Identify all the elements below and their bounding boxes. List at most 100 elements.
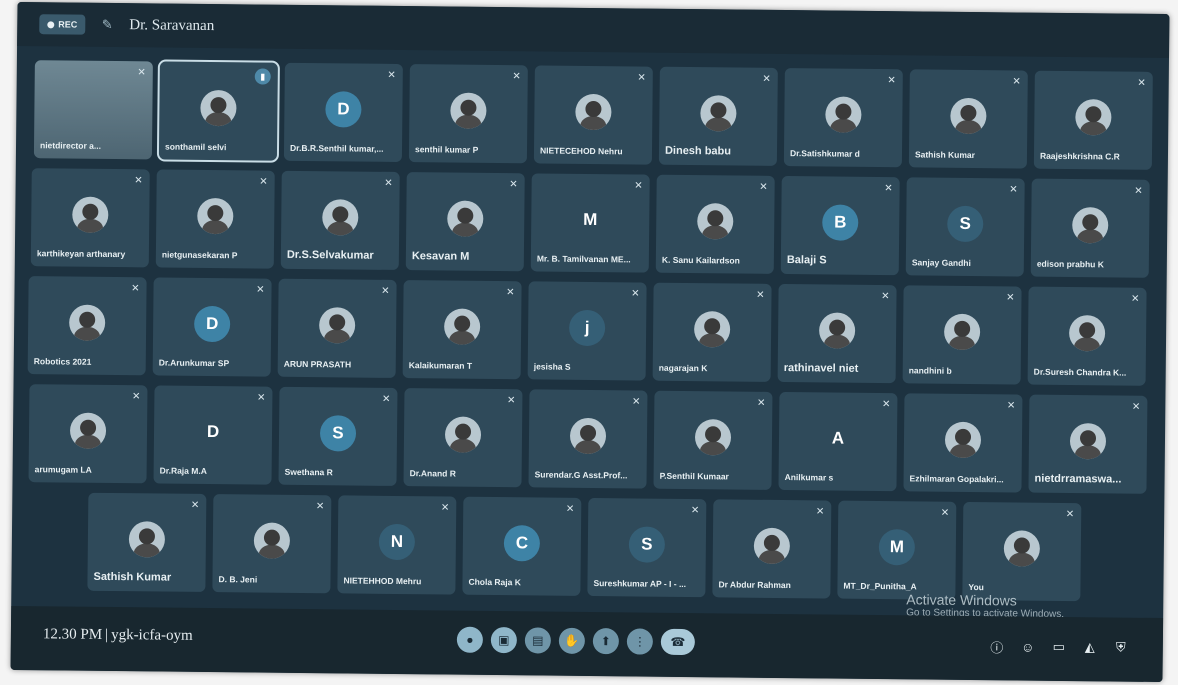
more-icon[interactable]: ⋮: [626, 628, 654, 655]
avatar-initial: S: [628, 526, 666, 563]
participant-grid: ✕ nietdirector a... ▮ sonthamil selvi ✕ D Dr.B…: [11, 54, 1169, 611]
participant-name: Dr.Raja M.A: [159, 465, 207, 476]
chat-icon[interactable]: ▭: [1051, 639, 1067, 655]
watermark-title: Activate Windows: [906, 591, 1017, 609]
avatar-initial: M: [878, 529, 916, 566]
meeting-code: ygk-icfa-oym: [111, 627, 193, 644]
host-controls-icon[interactable]: ⛨: [1113, 639, 1129, 655]
participant-tile[interactable]: ✕ M Mr. B. Tamilvanan ME...: [530, 173, 650, 273]
participant-tile[interactable]: ✕ edison prabhu K: [1030, 178, 1150, 278]
avatar: [575, 93, 612, 131]
mic-muted-icon: ✕: [1065, 508, 1075, 521]
end-call-icon[interactable]: ☎: [660, 628, 695, 656]
participant-tile[interactable]: ✕ Dr.S.Selvakumar: [280, 170, 400, 270]
mic-muted-icon: ✕: [381, 285, 390, 297]
avatar: [697, 203, 734, 240]
captions-icon[interactable]: ▤: [524, 627, 552, 654]
participant-tile[interactable]: ✕ S Swethana R: [278, 386, 398, 486]
participant-tile[interactable]: ✕ Kalaikumaran T: [402, 280, 522, 380]
participant-name: Raajeshkrishna C.R: [1039, 150, 1120, 162]
participant-name: Dr.Anand R: [409, 468, 456, 479]
camera-icon[interactable]: ▣: [490, 626, 518, 654]
avatar: [1068, 315, 1106, 352]
mic-muted-icon: ✕: [884, 183, 893, 195]
participant-tile[interactable]: ✕ rathinavel niet: [777, 283, 897, 384]
participant-name: Surendar.G Asst.Prof...: [534, 469, 628, 481]
avatar: [1003, 530, 1041, 567]
participant-name: Sureshkumar AP - I - ...: [593, 578, 687, 590]
mic-muted-icon: ✕: [1009, 184, 1018, 196]
participant-tile[interactable]: ✕ Dinesh babu: [658, 66, 778, 166]
participant-name: Sathish Kumar: [914, 149, 976, 161]
participant-tile[interactable]: ✕ Sathish Kumar: [908, 69, 1028, 169]
participant-tile[interactable]: ✕ D Dr.Arunkumar SP: [152, 277, 272, 377]
participant-name: Dr.Suresh Chandra K...: [1033, 366, 1127, 378]
participant-tile[interactable]: ✕ nandhini b: [902, 285, 1022, 385]
info-icon[interactable]: ⓘ: [989, 638, 1005, 655]
participant-tile[interactable]: ✕ nietdrramaswa...: [1028, 394, 1148, 494]
mic-muted-icon: ✕: [1134, 185, 1143, 197]
mic-muted-icon: ✕: [259, 176, 268, 188]
participant-tile[interactable]: ✕ Sathish Kumar: [87, 492, 207, 592]
participant-tile[interactable]: ✕ Dr Abdur Rahman: [712, 499, 832, 599]
participant-name: jesisha S: [533, 361, 571, 372]
participant-tile[interactable]: ✕ nietdirector a...: [33, 60, 153, 160]
participant-tile[interactable]: ✕ nagarajan K: [652, 282, 772, 382]
participant-tile[interactable]: ✕ D Dr.B.R.Senthil kumar,...: [283, 62, 403, 163]
participant-name: senthil kumar P: [414, 144, 479, 155]
participant-name: rathinavel niet: [783, 362, 859, 375]
participant-name: Mr. B. Tamilvanan ME...: [536, 253, 631, 265]
activities-icon[interactable]: ◭: [1082, 639, 1098, 655]
participant-tile[interactable]: ✕ C Chola Raja K: [462, 496, 582, 596]
participant-tile[interactable]: ✕ Dr.Suresh Chandra K...: [1027, 286, 1147, 386]
avatar-initial: j: [568, 309, 606, 347]
participant-tile[interactable]: ✕ D Dr.Raja M.A: [153, 385, 273, 485]
avatar: [128, 521, 166, 558]
mic-icon[interactable]: ●: [456, 626, 484, 653]
meeting-time: 12.30 PM: [42, 626, 103, 643]
participant-tile[interactable]: ✕ Dr.Satishkumar d: [783, 68, 903, 168]
participant-tile[interactable]: ✕ N NIETEHHOD Mehru: [337, 495, 457, 595]
participant-tile[interactable]: ✕ M MT_Dr_Punitha_A: [837, 500, 957, 600]
participant-name: Kalaikumaran T: [408, 360, 473, 371]
mic-muted-icon: ✕: [631, 288, 640, 300]
top-bar: REC ✎ Dr. Saravanan: [17, 1, 1170, 59]
participant-tile[interactable]: ✕ D. B. Jeni: [212, 494, 332, 594]
participant-tile[interactable]: ✕ K. Sanu Kailardson: [655, 174, 775, 274]
participant-tile[interactable]: ✕ senthil kumar P: [408, 64, 528, 164]
participant-tile[interactable]: ✕ Raajeshkrishna C.R: [1033, 70, 1153, 170]
mic-muted-icon: ✕: [315, 501, 325, 513]
mic-muted-icon: ✕: [565, 503, 575, 515]
avatar: [443, 308, 481, 345]
mic-muted-icon: ✕: [387, 69, 396, 81]
participant-tile[interactable]: ✕ nietgunasekaran P: [155, 169, 275, 269]
participant-name: Dr.Arunkumar SP: [158, 357, 230, 369]
participant-tile[interactable]: ✕ Ezhilmaran Gopalakri...: [903, 393, 1023, 493]
avatar: [943, 313, 981, 351]
participant-tile[interactable]: ✕ A Anilkumar s: [778, 391, 898, 492]
participant-tile[interactable]: ✕ NIETECEHOD Nehru: [533, 65, 653, 165]
participant-tile[interactable]: ✕ ARUN PRASATH: [277, 278, 397, 378]
avatar: [818, 312, 856, 349]
participant-tile[interactable]: ✕ Dr.Anand R: [403, 388, 523, 488]
participant-tile[interactable]: ✕ karthikeyan arthanary: [30, 168, 150, 268]
mic-muted-icon: ✕: [881, 399, 891, 411]
mic-muted-icon: ✕: [381, 393, 391, 405]
participant-tile[interactable]: ✕ j jesisha S: [527, 281, 647, 381]
raise-hand-icon[interactable]: ✋: [558, 627, 586, 654]
mic-muted-icon: ✕: [1012, 76, 1021, 88]
avatar: [444, 416, 482, 453]
participant-tile[interactable]: ✕ Robotics 2021: [27, 276, 147, 376]
participant-tile[interactable]: ✕ B Balaji S: [780, 175, 900, 276]
participant-tile[interactable]: ✕ S Sanjay Gandhi: [905, 177, 1025, 277]
participant-tile[interactable]: ✕ P.Senthil Kumaar: [653, 390, 773, 490]
participant-tile[interactable]: ✕ You: [962, 501, 1082, 602]
participant-tile[interactable]: ▮ sonthamil selvi: [156, 59, 280, 163]
people-icon[interactable]: ☺: [1020, 639, 1036, 655]
participant-tile[interactable]: ✕ arumugam LA: [28, 384, 148, 484]
participant-tile[interactable]: ✕ Kesavan M: [405, 172, 525, 272]
participant-tile[interactable]: ✕ Surendar.G Asst.Prof...: [528, 389, 648, 489]
participant-tile[interactable]: ✕ S Sureshkumar AP - I - ...: [587, 497, 707, 598]
present-icon[interactable]: ⬆: [592, 628, 620, 655]
avatar: [1069, 423, 1107, 460]
